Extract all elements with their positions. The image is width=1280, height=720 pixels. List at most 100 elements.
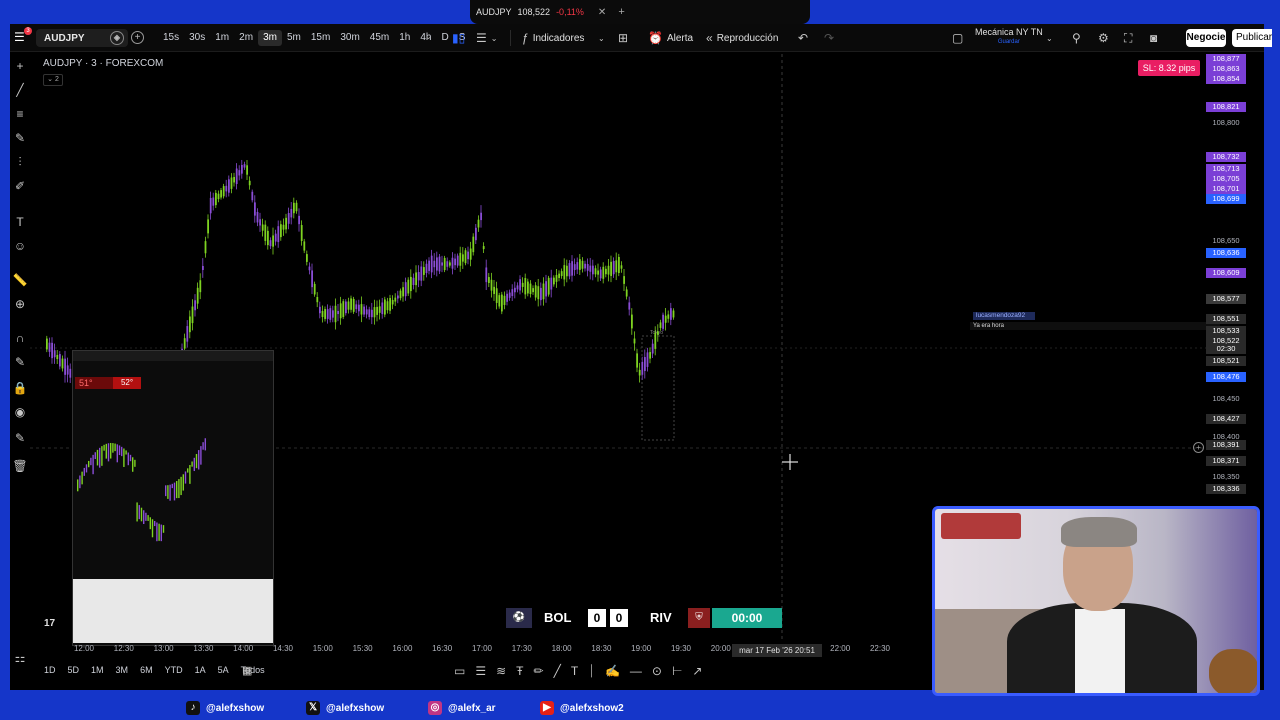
webcam-overlay bbox=[932, 506, 1260, 696]
text-tool-icon[interactable]: Ŧ bbox=[516, 664, 523, 680]
range-6m[interactable]: 6M bbox=[136, 664, 157, 680]
eye-icon[interactable]: ◉ bbox=[12, 404, 28, 420]
rectangle-icon[interactable]: ▭ bbox=[454, 664, 465, 680]
price-label: 108,699 bbox=[1206, 194, 1246, 204]
interval-30s[interactable]: 30s bbox=[184, 30, 210, 46]
layout-button[interactable]: ▢ bbox=[952, 29, 963, 47]
indicators-button[interactable]: ƒ Indicadores bbox=[522, 29, 584, 47]
settings-button[interactable]: ⚙ bbox=[1098, 29, 1109, 47]
emoji-icon[interactable]: ☺ bbox=[12, 238, 28, 254]
price-axis[interactable]: 108,877 108,863 108,854 108,821 108,800 108,7… bbox=[1206, 54, 1246, 494]
interval-3m[interactable]: 3m bbox=[258, 30, 282, 46]
ray-icon[interactable]: ╱ bbox=[554, 664, 561, 680]
candle-body bbox=[599, 269, 602, 279]
away-score: 0 bbox=[610, 609, 628, 627]
interval-5m[interactable]: 5m bbox=[282, 30, 306, 46]
social-link[interactable]: 𝕏 @alefxshow bbox=[306, 700, 384, 716]
fullscreen-button[interactable]: ⛶ bbox=[1124, 29, 1132, 47]
brush-tool-icon[interactable]: ✍ bbox=[605, 664, 620, 680]
interval-15m[interactable]: 15m bbox=[306, 30, 335, 46]
channel-icon[interactable]: ≋ bbox=[496, 664, 506, 680]
trash-icon[interactable]: 🗑 bbox=[12, 458, 28, 474]
candle-body bbox=[446, 261, 449, 267]
alert-button[interactable]: ⏰ Alerta bbox=[648, 29, 693, 47]
candle-body bbox=[51, 342, 53, 359]
interval-2m[interactable]: 2m bbox=[234, 30, 258, 46]
snapshot-button[interactable]: ◙ bbox=[1150, 29, 1157, 47]
close-icon[interactable]: ✕ bbox=[598, 7, 606, 18]
lock-draw-icon[interactable]: ✎ bbox=[12, 354, 28, 370]
candle-body bbox=[659, 322, 662, 328]
indicators-dropdown[interactable]: ⌄ bbox=[598, 29, 605, 47]
inset-candle bbox=[204, 438, 206, 451]
lock-icon[interactable]: 🔒 bbox=[12, 380, 28, 396]
calendar-icon[interactable]: ▦ bbox=[242, 664, 252, 677]
range-ytd[interactable]: YTD bbox=[161, 664, 187, 680]
range-1d[interactable]: 1D bbox=[40, 664, 60, 680]
compare-add-icon[interactable]: + bbox=[131, 31, 144, 44]
ruler-icon[interactable]: 📏 bbox=[12, 272, 28, 288]
interval-30m[interactable]: 30m bbox=[335, 30, 364, 46]
bar-style-button[interactable]: ▮▯ bbox=[452, 29, 465, 47]
add-alert-icon[interactable]: + bbox=[1193, 442, 1204, 453]
range-5d[interactable]: 5D bbox=[64, 664, 84, 680]
candle-body bbox=[597, 270, 599, 275]
arrow-icon[interactable]: ↗ bbox=[692, 664, 702, 680]
text-small-icon[interactable]: T bbox=[571, 664, 578, 680]
symbol-search[interactable]: AUDJPY ◈ bbox=[36, 29, 128, 47]
candle-body bbox=[384, 299, 386, 315]
candle-body bbox=[667, 314, 670, 319]
candle-body bbox=[61, 358, 64, 369]
new-tab-icon[interactable]: + bbox=[618, 6, 624, 18]
replay-button[interactable]: « Reproducción bbox=[706, 29, 778, 47]
vertical-line-icon[interactable]: ⏐ bbox=[588, 664, 595, 680]
layout-name[interactable]: Mecánica NY TN Guardar bbox=[975, 27, 1043, 47]
magnet-icon[interactable]: ∩ bbox=[12, 330, 28, 346]
pattern-icon[interactable]: ⫶ bbox=[12, 154, 28, 170]
browser-tab[interactable]: AUDJPY 108,522 -0,11% ✕ + bbox=[476, 4, 625, 20]
interval-1m[interactable]: 1m bbox=[210, 30, 234, 46]
crosshair-icon[interactable]: + bbox=[12, 58, 28, 74]
pen-tool-icon[interactable]: ✏ bbox=[534, 664, 544, 680]
layout-dropdown[interactable]: ⌄ bbox=[1046, 29, 1053, 47]
interval-15s[interactable]: 15s bbox=[158, 30, 184, 46]
range-3m[interactable]: 3M bbox=[112, 664, 133, 680]
time-label: 13:30 bbox=[193, 644, 214, 653]
social-link[interactable]: ▶ @alefxshow2 bbox=[540, 700, 624, 716]
chart-type-button[interactable]: ☰ ⌄ bbox=[476, 29, 497, 47]
social-link[interactable]: ♪ @alefxshow bbox=[186, 700, 264, 716]
range-1m[interactable]: 1M bbox=[87, 664, 108, 680]
interval-1h[interactable]: 1h bbox=[394, 30, 415, 46]
fib-icon[interactable]: ≡ bbox=[12, 106, 28, 122]
range-1a[interactable]: 1A bbox=[191, 664, 210, 680]
publish-button[interactable]: Publicar bbox=[1232, 29, 1272, 47]
zoom-icon[interactable]: ⊕ bbox=[12, 296, 28, 312]
trade-button[interactable]: Negocie bbox=[1186, 29, 1226, 47]
inset-toolbar bbox=[73, 351, 273, 361]
inset-candle bbox=[154, 520, 156, 527]
chevron-down-icon[interactable]: ⌄ bbox=[425, 32, 432, 41]
object-tree-icon[interactable]: ⚏ bbox=[12, 650, 28, 666]
text-icon[interactable]: T bbox=[12, 214, 28, 230]
range-5a[interactable]: 5A bbox=[214, 664, 233, 680]
brush-icon[interactable]: ✎ bbox=[12, 130, 28, 146]
quick-search-button[interactable]: ⚲ bbox=[1072, 29, 1081, 47]
symbol-info-icon[interactable]: ◈ bbox=[110, 31, 124, 45]
lines-icon[interactable]: ☰ bbox=[475, 664, 486, 680]
candle-body bbox=[272, 235, 274, 247]
interval-45m[interactable]: 45m bbox=[365, 30, 394, 46]
undo-button[interactable]: ↶ bbox=[798, 29, 808, 47]
social-link[interactable]: ◎ @alefx_ar bbox=[428, 700, 496, 716]
trendline-icon[interactable]: ╱ bbox=[12, 82, 28, 98]
horizontal-line-icon[interactable]: — bbox=[630, 664, 642, 680]
measure-icon[interactable]: ⊢ bbox=[672, 664, 682, 680]
circle-icon[interactable]: ⊙ bbox=[652, 664, 662, 680]
redo-button[interactable]: ↷ bbox=[824, 29, 834, 47]
menu-icon[interactable]: ☰ 3 bbox=[14, 27, 32, 44]
candle-body bbox=[326, 309, 329, 319]
layouts-button[interactable]: ⊞ bbox=[618, 29, 628, 47]
pen-icon[interactable]: ✐ bbox=[12, 178, 28, 194]
candle-body bbox=[459, 252, 462, 266]
candle-body bbox=[350, 298, 352, 310]
hide-drawings-icon[interactable]: ✎ bbox=[12, 430, 28, 446]
